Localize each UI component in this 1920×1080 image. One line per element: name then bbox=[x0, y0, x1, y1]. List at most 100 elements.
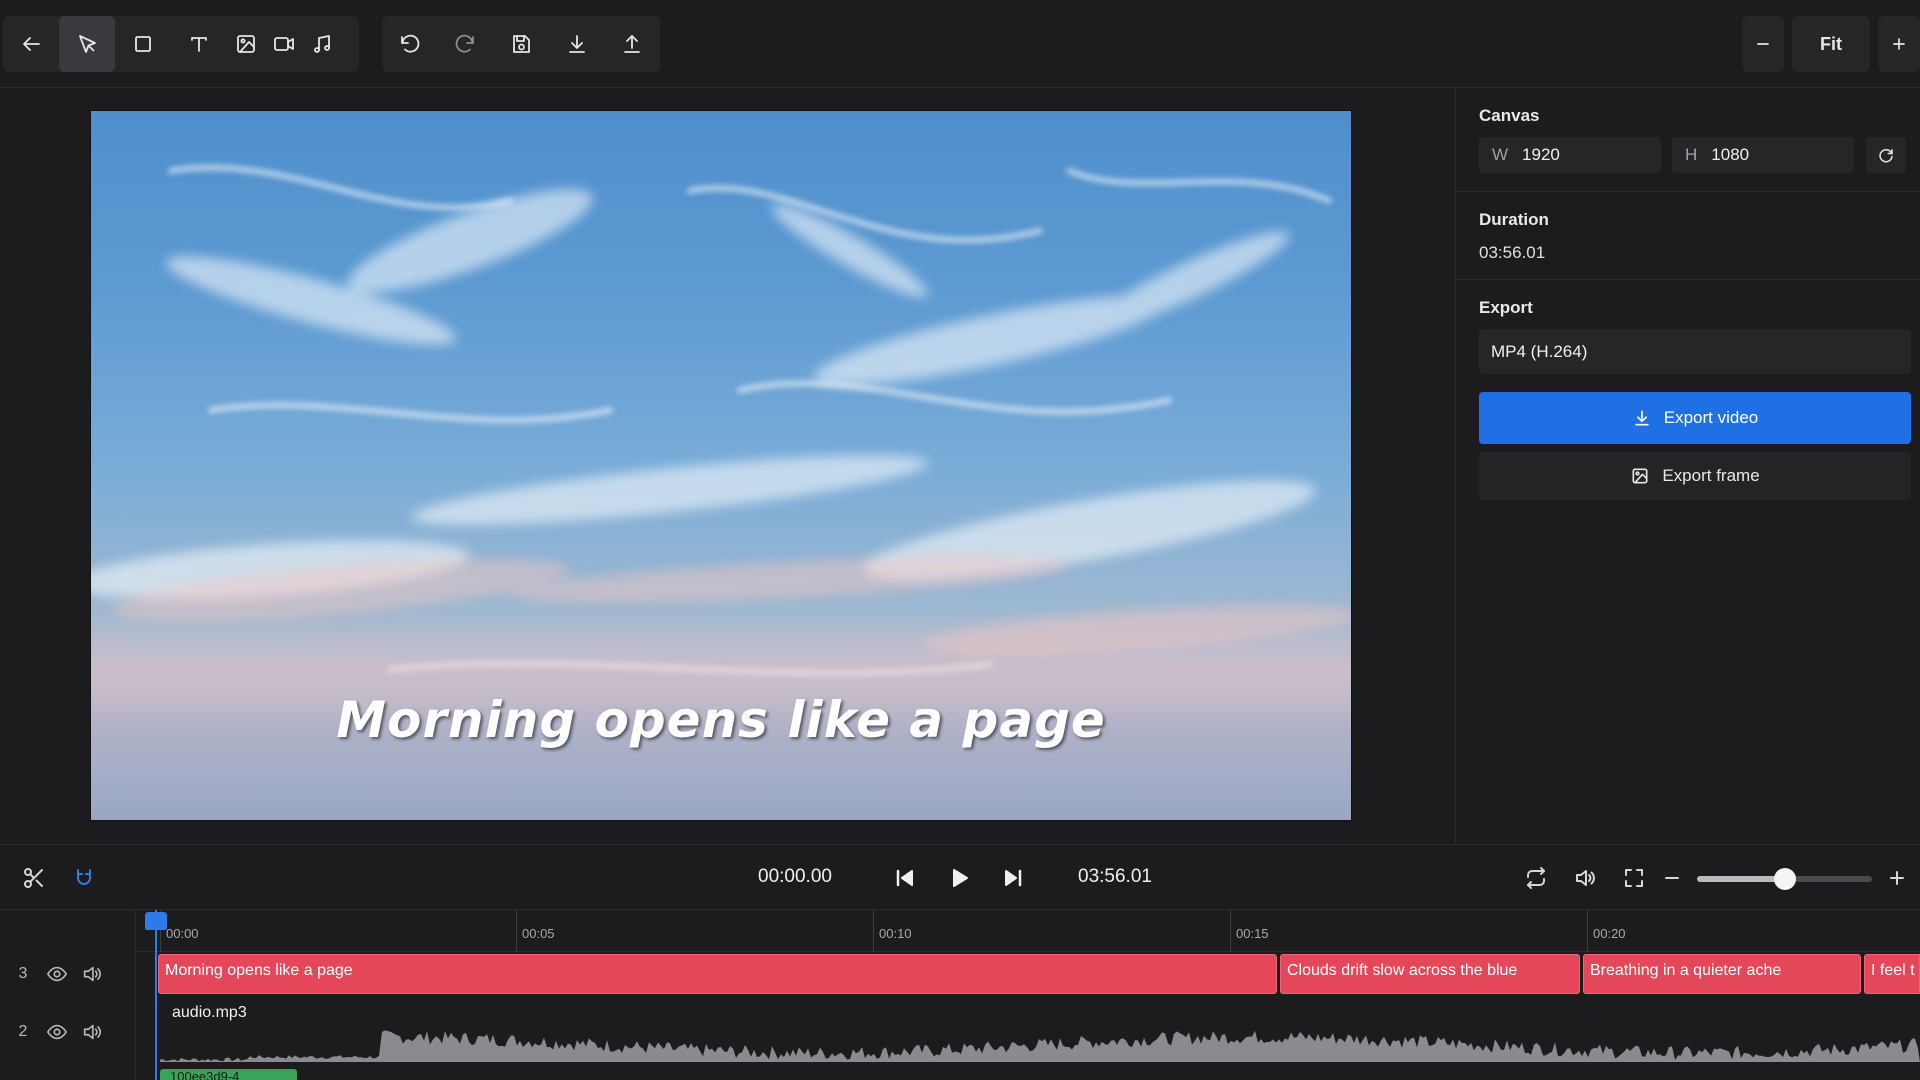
history-group bbox=[382, 16, 660, 72]
tick-label: 00:10 bbox=[879, 926, 912, 941]
export-section-title: Export bbox=[1479, 298, 1533, 317]
tick-label: 00:05 bbox=[522, 926, 555, 941]
timeline: 3 2 00:00 00:05 00:10 00:15 00:20 Mornin… bbox=[0, 910, 1920, 1080]
waveform-shape bbox=[160, 1030, 1920, 1062]
duration-section: Duration 03:56.01 bbox=[1456, 192, 1920, 280]
playhead-line bbox=[155, 910, 157, 1080]
zoom-in-button[interactable] bbox=[1878, 16, 1920, 72]
timeline-zoom-slider[interactable] bbox=[1697, 868, 1872, 890]
zoom-slider-handle[interactable] bbox=[1773, 868, 1796, 890]
canvas-height-field[interactable]: H 1080 bbox=[1672, 137, 1854, 173]
export-frame-button[interactable]: Export frame bbox=[1479, 452, 1911, 500]
download-icon bbox=[1635, 410, 1649, 426]
zoom-slider-fill bbox=[1697, 876, 1785, 882]
tick-label: 00:20 bbox=[1593, 926, 1626, 941]
timeline-zoom-in-button[interactable] bbox=[1882, 863, 1912, 893]
playhead-handle[interactable] bbox=[145, 912, 167, 930]
height-label: H bbox=[1685, 145, 1698, 164]
duration-section-title: Duration bbox=[1479, 210, 1549, 229]
music-icon bbox=[314, 35, 330, 53]
save-icon bbox=[513, 35, 530, 53]
select-tool-button[interactable] bbox=[59, 16, 115, 72]
volume-icon[interactable] bbox=[81, 1021, 103, 1043]
image-icon bbox=[1632, 468, 1648, 484]
snap-toggle-button[interactable] bbox=[69, 863, 99, 893]
loop-button[interactable] bbox=[1521, 863, 1551, 893]
canvas-width-field[interactable]: W 1920 bbox=[1479, 137, 1661, 173]
redo-button[interactable] bbox=[438, 16, 494, 72]
redo-icon bbox=[456, 34, 475, 53]
caption-clip[interactable]: Morning opens like a page bbox=[158, 954, 1277, 994]
ruler-tick: 00:20 bbox=[1587, 910, 1626, 952]
fullscreen-button[interactable] bbox=[1619, 863, 1649, 893]
rectangle-tool-button[interactable] bbox=[115, 16, 171, 72]
audio-tool-button[interactable] bbox=[303, 16, 341, 72]
video-preview[interactable]: Morning opens like a page bbox=[90, 110, 1352, 821]
download-icon bbox=[568, 35, 585, 53]
tool-group bbox=[3, 16, 359, 72]
plus-icon bbox=[1890, 871, 1904, 885]
height-value: 1080 bbox=[1711, 145, 1750, 164]
timeline-zoom-out-button[interactable] bbox=[1657, 863, 1687, 893]
audio-clip[interactable] bbox=[160, 1002, 1920, 1062]
export-video-button[interactable]: Export video bbox=[1479, 392, 1911, 444]
track-header-audio: 2 bbox=[0, 1011, 136, 1053]
ruler-tick: 00:05 bbox=[516, 910, 555, 952]
minus-icon bbox=[1757, 43, 1769, 45]
export-video-label: Export video bbox=[1663, 408, 1759, 427]
upload-icon bbox=[624, 35, 641, 53]
loop-icon bbox=[1527, 867, 1545, 889]
time-ruler[interactable]: 00:00 00:05 00:10 00:15 00:20 bbox=[136, 910, 1920, 952]
caption-clip[interactable]: I feel t bbox=[1864, 954, 1920, 994]
magnet-icon bbox=[77, 869, 91, 885]
undo-button[interactable] bbox=[382, 16, 438, 72]
zoom-fit-button[interactable]: Fit bbox=[1792, 16, 1870, 72]
caption-clip[interactable]: Breathing in a quieter ache bbox=[1583, 954, 1861, 994]
width-value: 1920 bbox=[1522, 145, 1560, 164]
audio-waveform bbox=[160, 1030, 1920, 1062]
tick-label: 00:15 bbox=[1236, 926, 1269, 941]
back-arrow-icon bbox=[23, 37, 40, 51]
eye-icon[interactable] bbox=[46, 963, 68, 985]
canvas-section: Canvas W 1920 H 1080 bbox=[1456, 88, 1920, 192]
volume-icon[interactable] bbox=[81, 963, 103, 985]
export-format-value: MP4 (H.264) bbox=[1491, 341, 1588, 361]
volume-button[interactable] bbox=[1570, 863, 1600, 893]
video-clip[interactable]: 100ee3d9-4 bbox=[160, 1069, 297, 1080]
upload-button[interactable] bbox=[604, 16, 660, 72]
track-headers: 3 2 bbox=[0, 910, 136, 1080]
eye-icon[interactable] bbox=[46, 1021, 68, 1043]
canvas-section-title: Canvas bbox=[1479, 106, 1540, 125]
text-icon bbox=[191, 37, 207, 52]
canvas-stage: Morning opens like a page bbox=[0, 88, 1455, 844]
split-clip-button[interactable] bbox=[19, 863, 49, 893]
ruler-tick: 00:15 bbox=[1230, 910, 1269, 952]
export-format-select[interactable]: MP4 (H.264) bbox=[1479, 329, 1911, 374]
video-tool-button[interactable] bbox=[265, 16, 303, 72]
track-header-captions: 3 bbox=[0, 953, 136, 995]
skip-forward-icon bbox=[1005, 869, 1022, 887]
caption-clip[interactable]: Clouds drift slow across the blue bbox=[1280, 954, 1580, 994]
track-number: 2 bbox=[18, 1023, 28, 1040]
rectangle-icon bbox=[135, 36, 151, 52]
width-label: W bbox=[1492, 145, 1509, 164]
zoom-out-button[interactable] bbox=[1742, 16, 1784, 72]
skip-back-button[interactable] bbox=[890, 863, 920, 893]
zoom-controls: Fit bbox=[1734, 16, 1920, 72]
scissors-icon bbox=[24, 868, 43, 888]
properties-panel: Canvas W 1920 H 1080 Duration 03:56.01 E… bbox=[1455, 88, 1920, 844]
save-button[interactable] bbox=[493, 16, 549, 72]
skip-forward-button[interactable] bbox=[998, 863, 1028, 893]
refresh-icon bbox=[1879, 149, 1893, 163]
minus-icon bbox=[1665, 877, 1679, 879]
download-button[interactable] bbox=[549, 16, 605, 72]
back-button[interactable] bbox=[3, 16, 59, 72]
caption-text-overlay[interactable]: Morning opens like a page bbox=[91, 691, 1351, 749]
reset-canvas-button[interactable] bbox=[1866, 137, 1906, 173]
audio-clip-label: audio.mp3 bbox=[172, 1004, 247, 1021]
track-number: 3 bbox=[18, 965, 28, 982]
select-cursor-icon bbox=[79, 35, 96, 53]
image-tool-button[interactable] bbox=[227, 16, 265, 72]
play-button[interactable] bbox=[944, 863, 974, 893]
text-tool-button[interactable] bbox=[171, 16, 227, 72]
